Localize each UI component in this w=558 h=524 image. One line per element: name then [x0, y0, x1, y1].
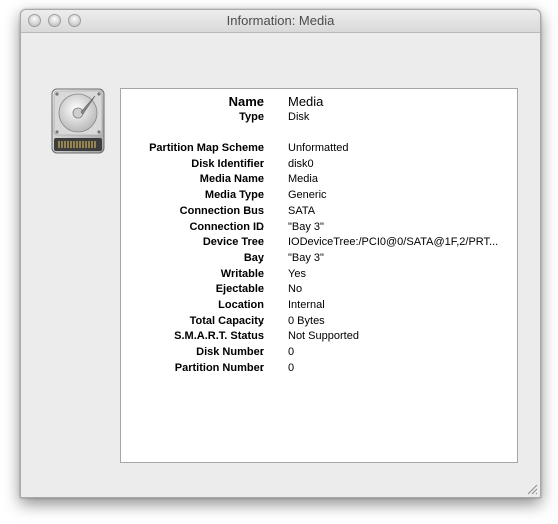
info-label: Partition Number: [174, 361, 264, 374]
info-label: Device Tree: [202, 236, 264, 249]
info-value: Generic: [288, 189, 327, 202]
window-title: Information: Media: [226, 13, 335, 28]
info-separator: :: [261, 157, 265, 170]
info-separator: :: [261, 189, 265, 202]
info-row: Disk Identifier: disk0: [121, 158, 519, 174]
info-separator: :: [261, 96, 265, 108]
info-label: Media Type: [204, 189, 264, 202]
info-row: Bay: "Bay 3": [121, 252, 519, 268]
info-row: Partition Number: 0: [121, 362, 519, 378]
info-separator: :: [261, 236, 265, 249]
info-row: Media Name: Media: [121, 173, 519, 189]
info-separator: :: [261, 173, 265, 186]
info-row: S.M.A.R.T. Status: Not Supported: [121, 330, 519, 346]
hard-drive-icon: [51, 88, 105, 154]
info-row: Disk Number: 0: [121, 346, 519, 362]
info-value: "Bay 3": [288, 251, 324, 264]
info-value: 0 Bytes: [288, 314, 325, 327]
info-value: SATA: [288, 204, 316, 217]
info-label: Connection Bus: [179, 204, 264, 217]
info-separator: :: [261, 267, 265, 280]
info-separator: :: [261, 330, 265, 343]
info-value: IODeviceTree:/PCI0@0/SATA@1F,2/PRT...: [288, 236, 499, 249]
info-row: Connection ID: "Bay 3": [121, 221, 519, 237]
info-separator: :: [261, 314, 265, 327]
info-row: Writable: Yes: [121, 268, 519, 284]
info-separator: :: [261, 142, 265, 154]
info-value: Not Supported: [288, 330, 359, 343]
info-window: Information: Media Name: Media Type: D…: [20, 9, 541, 498]
info-row: Location: Internal: [121, 299, 519, 315]
info-value: "Bay 3": [288, 220, 324, 233]
info-row: Connection Bus: SATA: [121, 205, 519, 221]
info-value: Disk: [288, 111, 310, 123]
info-value: Unformatted: [288, 142, 349, 154]
info-row-name: Name : Media: [121, 94, 519, 112]
info-value: Media: [288, 173, 318, 186]
info-label: Writable: [220, 267, 264, 280]
info-panel: Name : Media Type : Disk Partition Map S…: [120, 88, 518, 463]
info-label: Connection ID: [189, 220, 264, 233]
info-separator: :: [261, 346, 265, 359]
info-row: Total Capacity: 0 Bytes: [121, 315, 519, 331]
info-separator: :: [261, 220, 265, 233]
info-label: Name: [228, 94, 264, 109]
info-value: No: [288, 283, 303, 296]
resize-grip-icon[interactable]: [526, 483, 538, 495]
info-row-type: Type : Disk: [121, 111, 519, 127]
info-value: 0: [288, 346, 295, 359]
info-separator: :: [261, 251, 265, 264]
info-row: Device Tree: IODeviceTree:/PCI0@0/SATA@1F…: [121, 236, 519, 252]
info-value: Internal: [288, 299, 325, 311]
info-separator: :: [261, 299, 265, 311]
info-separator: :: [261, 283, 265, 296]
title-bar[interactable]: Information: Media: [21, 10, 540, 33]
info-value: Yes: [288, 267, 306, 280]
info-label: Total Capacity: [189, 314, 264, 327]
info-row: Ejectable: No: [121, 283, 519, 299]
info-row: Media Type: Generic: [121, 189, 519, 205]
info-label: Media Name: [199, 173, 264, 186]
info-value: Media: [288, 94, 324, 109]
info-separator: :: [261, 111, 265, 123]
info-separator: :: [261, 361, 265, 374]
info-label: Location: [218, 299, 264, 311]
info-label: Ejectable: [215, 283, 264, 296]
info-row: Partition Map Scheme: Unformatted: [121, 142, 519, 158]
info-value: 0: [288, 361, 295, 374]
info-value: disk0: [288, 157, 314, 170]
info-label: Disk Identifier: [191, 157, 264, 170]
info-label: Partition Map Scheme: [149, 142, 264, 154]
info-label: Disk Number: [196, 346, 264, 359]
info-separator: :: [261, 204, 265, 217]
info-label: S.M.A.R.T. Status: [174, 330, 264, 343]
